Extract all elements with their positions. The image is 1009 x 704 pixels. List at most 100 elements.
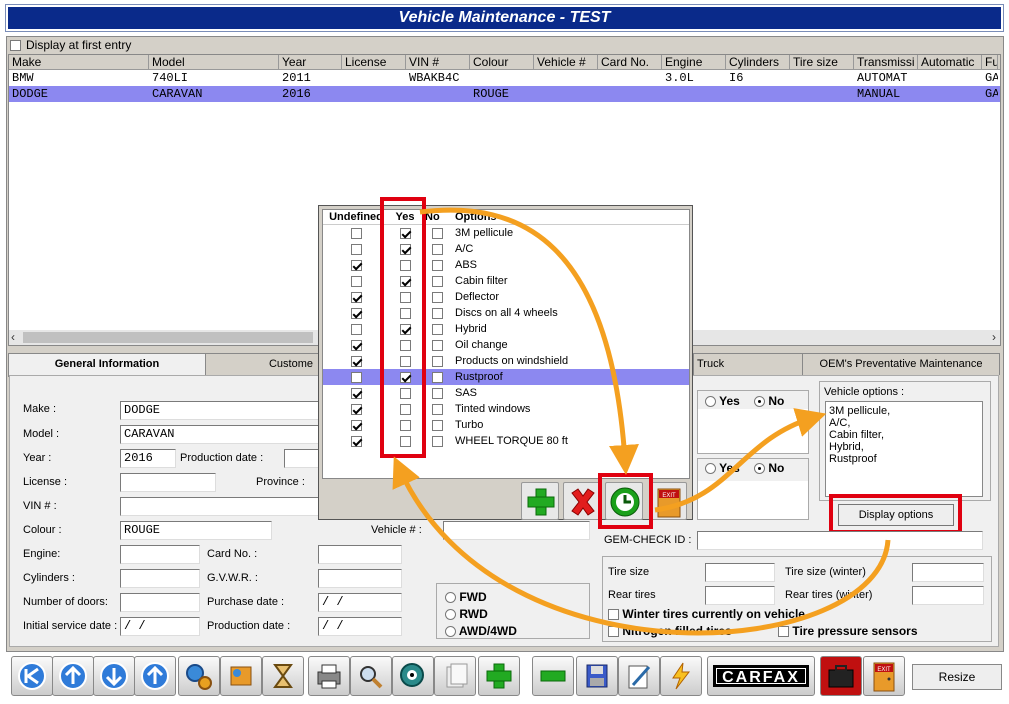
license-field[interactable] bbox=[120, 473, 216, 492]
gvwr-field[interactable] bbox=[318, 569, 402, 588]
toolbar-next-button[interactable] bbox=[93, 656, 135, 696]
toolbar-add-button[interactable] bbox=[478, 656, 520, 696]
grid-column-header[interactable]: Year bbox=[279, 55, 342, 69]
list-item[interactable]: A/C bbox=[323, 241, 689, 257]
option-undefined-checkbox[interactable] bbox=[350, 307, 362, 319]
scroll-right-icon[interactable]: › bbox=[992, 330, 996, 344]
no-2-radio[interactable] bbox=[754, 463, 765, 475]
grid-column-header[interactable]: VIN # bbox=[406, 55, 470, 69]
toolbar-history-button[interactable] bbox=[262, 656, 304, 696]
drive-awd[interactable]: AWD/4WD bbox=[445, 624, 517, 638]
toolbar-previous-button[interactable] bbox=[52, 656, 94, 696]
year-field[interactable]: 2016 bbox=[120, 449, 176, 468]
options-body[interactable]: 3M pellicule A/C ABS Cabin filter Deflector D… bbox=[323, 225, 689, 449]
option-undefined-checkbox[interactable] bbox=[350, 339, 362, 351]
toolbar-carfax-button[interactable]: CARFAX bbox=[707, 656, 815, 696]
toolbar-tools-button[interactable] bbox=[220, 656, 262, 696]
scroll-left-icon[interactable]: ‹ bbox=[11, 330, 15, 344]
model-field[interactable]: CARAVAN bbox=[120, 425, 320, 444]
option-undefined-checkbox[interactable] bbox=[350, 291, 362, 303]
tab-oem-maintenance[interactable]: OEM's Preventative Maintenance bbox=[802, 353, 1000, 375]
vehicle-number-field[interactable] bbox=[443, 521, 590, 540]
toolbar-briefcase-button[interactable] bbox=[820, 656, 862, 696]
yes-2-radio[interactable] bbox=[705, 463, 716, 475]
no-2[interactable]: No bbox=[754, 461, 784, 475]
toolbar-view-button[interactable] bbox=[392, 656, 434, 696]
toolbar-up-button[interactable] bbox=[134, 656, 176, 696]
rear-tires-field[interactable] bbox=[705, 586, 775, 605]
option-undefined-checkbox[interactable] bbox=[350, 435, 362, 447]
option-undefined-checkbox[interactable] bbox=[350, 371, 362, 383]
option-undefined-checkbox[interactable] bbox=[350, 275, 362, 287]
table-row[interactable]: DODGE CARAVAN 2016 ROUGE MANUAL GA bbox=[9, 86, 1000, 102]
tire-size-winter-field[interactable] bbox=[912, 563, 984, 582]
list-item[interactable]: SAS bbox=[323, 385, 689, 401]
tire-size-field[interactable] bbox=[705, 563, 775, 582]
nitrogen-option[interactable]: Nitrogen filled tires bbox=[608, 624, 732, 638]
grid-column-header[interactable]: Colour bbox=[470, 55, 534, 69]
resize-button[interactable]: Resize bbox=[912, 664, 1002, 690]
grid-column-header[interactable]: Cylinders bbox=[726, 55, 790, 69]
option-no-checkbox[interactable] bbox=[431, 275, 443, 287]
option-no-checkbox[interactable] bbox=[431, 355, 443, 367]
drive-fwd[interactable]: FWD bbox=[445, 590, 487, 604]
option-no-checkbox[interactable] bbox=[431, 419, 443, 431]
toolbar-first-button[interactable] bbox=[11, 656, 53, 696]
toolbar-exit-button[interactable]: EXIT bbox=[863, 656, 905, 696]
list-item[interactable]: Turbo bbox=[323, 417, 689, 433]
tab-customer[interactable]: Custome bbox=[205, 353, 320, 375]
drive-rwd[interactable]: RWD bbox=[445, 607, 488, 621]
list-item[interactable]: Rustproof bbox=[323, 369, 689, 385]
grid-column-header[interactable]: Vehicle # bbox=[534, 55, 598, 69]
tpms-checkbox[interactable] bbox=[778, 626, 789, 638]
engine-field[interactable] bbox=[120, 545, 200, 564]
grid-column-header[interactable]: Fu bbox=[982, 55, 998, 69]
option-undefined-checkbox[interactable] bbox=[350, 419, 362, 431]
awd-radio[interactable] bbox=[445, 626, 456, 638]
display-first-entry[interactable]: Display at first entry bbox=[10, 38, 131, 52]
yes-1[interactable]: Yes bbox=[705, 394, 740, 408]
option-no-checkbox[interactable] bbox=[431, 435, 443, 447]
grid-column-header[interactable]: Model bbox=[149, 55, 279, 69]
option-undefined-checkbox[interactable] bbox=[350, 403, 362, 415]
toolbar-print-button[interactable] bbox=[308, 656, 350, 696]
exit-popup-button[interactable]: EXIT bbox=[649, 482, 687, 520]
list-item[interactable]: Oil change bbox=[323, 337, 689, 353]
option-undefined-checkbox[interactable] bbox=[350, 243, 362, 255]
card-no-field[interactable] bbox=[318, 545, 402, 564]
toolbar-save-button[interactable] bbox=[576, 656, 618, 696]
tpms-option[interactable]: Tire pressure sensors bbox=[778, 624, 918, 638]
scroll-thumb[interactable] bbox=[23, 332, 313, 343]
display-first-checkbox[interactable] bbox=[10, 39, 21, 51]
make-field[interactable]: DODGE bbox=[120, 401, 320, 420]
option-no-checkbox[interactable] bbox=[431, 403, 443, 415]
no-1[interactable]: No bbox=[754, 394, 784, 408]
toolbar-remove-button[interactable] bbox=[532, 656, 574, 696]
production-date2-field[interactable]: / / bbox=[318, 617, 402, 636]
options-list[interactable]: Undefined Yes No Options 3M pellicule A/C… bbox=[322, 209, 690, 479]
initial-service-field[interactable]: / / bbox=[120, 617, 200, 636]
list-item[interactable]: Cabin filter bbox=[323, 273, 689, 289]
option-no-checkbox[interactable] bbox=[431, 259, 443, 271]
yes-2[interactable]: Yes bbox=[705, 461, 740, 475]
winter-tires-option[interactable]: Winter tires currently on vehicle bbox=[608, 607, 805, 621]
option-undefined-checkbox[interactable] bbox=[350, 323, 362, 335]
option-no-checkbox[interactable] bbox=[431, 291, 443, 303]
option-no-checkbox[interactable] bbox=[431, 227, 443, 239]
tab-truck[interactable]: Truck bbox=[693, 353, 803, 375]
doors-field[interactable] bbox=[120, 593, 200, 612]
tab-general-information[interactable]: General Information bbox=[8, 353, 206, 377]
toolbar-settings-button[interactable] bbox=[178, 656, 220, 696]
nitrogen-checkbox[interactable] bbox=[608, 626, 619, 638]
option-undefined-checkbox[interactable] bbox=[350, 355, 362, 367]
grid-column-header[interactable]: License bbox=[342, 55, 406, 69]
no-1-radio[interactable] bbox=[754, 396, 765, 408]
vehicle-options-list[interactable]: 3M pellicule, A/C, Cabin filter, Hybrid, Rus… bbox=[825, 401, 983, 497]
fwd-radio[interactable] bbox=[445, 592, 456, 604]
grid-column-header[interactable]: Automatic bbox=[918, 55, 982, 69]
option-no-checkbox[interactable] bbox=[431, 339, 443, 351]
toolbar-flash-button[interactable] bbox=[660, 656, 702, 696]
toolbar-edit-button[interactable] bbox=[618, 656, 660, 696]
grid-column-header[interactable]: Tire size bbox=[790, 55, 854, 69]
add-option-button[interactable] bbox=[521, 482, 559, 520]
